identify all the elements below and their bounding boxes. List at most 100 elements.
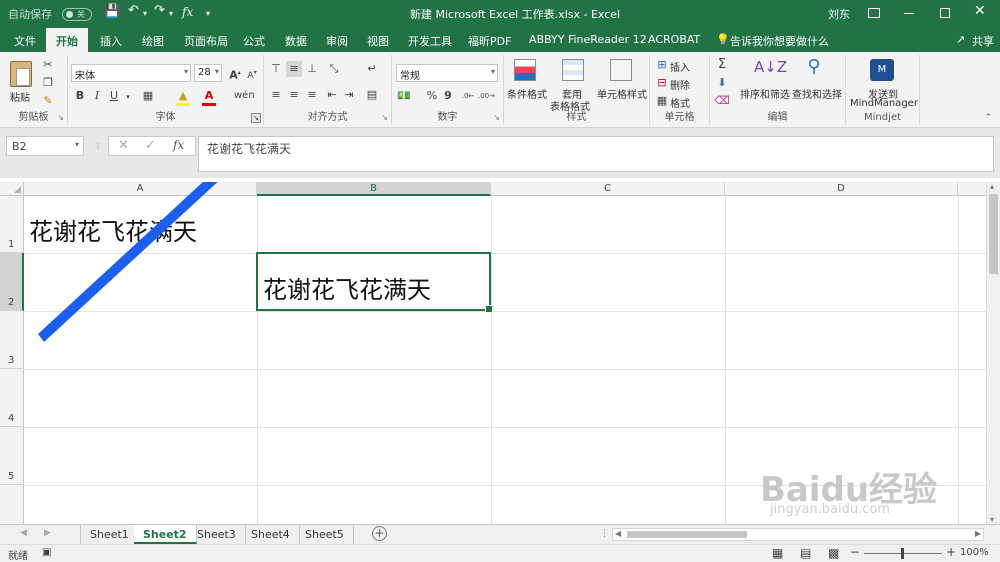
tab-abbyy[interactable]: ABBYY FineReader 12 <box>529 33 647 46</box>
ribbon-display-options-icon[interactable] <box>868 8 880 18</box>
vertical-scroll-thumb[interactable] <box>989 194 998 274</box>
format-as-table-icon[interactable] <box>562 59 584 81</box>
conditional-formatting-button[interactable]: 条件格式 <box>507 86 547 101</box>
column-header-b[interactable]: B <box>257 182 491 196</box>
cut-icon[interactable]: ✂ <box>40 57 56 73</box>
font-name-combo[interactable]: 宋体 <box>71 64 191 82</box>
tab-insert[interactable]: 插入 <box>100 33 122 49</box>
sheet-tab-1[interactable]: Sheet1 <box>80 525 139 544</box>
align-top-icon[interactable]: ⊤ <box>268 61 284 77</box>
font-color-icon[interactable]: A <box>201 88 217 104</box>
customize-qat-icon[interactable]: ▾ <box>206 9 210 18</box>
undo-dropdown-icon[interactable]: ▾ <box>143 9 147 18</box>
wrap-text-icon[interactable]: ↵ <box>364 61 380 77</box>
merge-center-icon[interactable]: ▤ <box>364 87 380 103</box>
number-format-combo[interactable]: 常规 <box>396 64 498 82</box>
name-box-dropdown-icon[interactable]: ▾ <box>75 140 79 149</box>
paste-button[interactable]: 粘贴 <box>10 89 30 104</box>
find-select-icon[interactable]: ⚲ <box>806 58 822 76</box>
redo-dropdown-icon[interactable]: ▾ <box>169 9 173 18</box>
increase-indent-icon[interactable]: ⇥ <box>341 87 357 103</box>
clipboard-launcher-icon[interactable]: ↘ <box>57 113 64 122</box>
vertical-scrollbar[interactable]: ▴ ▾ <box>986 182 1000 524</box>
increase-decimal-icon[interactable]: .0← <box>460 88 476 104</box>
horizontal-scrollbar[interactable]: ◀ ▶ <box>612 528 984 541</box>
maximize-icon[interactable] <box>940 8 950 18</box>
scroll-up-icon[interactable]: ▴ <box>990 182 994 191</box>
decrease-font-icon[interactable]: A▾ <box>244 65 260 81</box>
horizontal-scroll-thumb[interactable] <box>627 531 747 538</box>
prev-sheet-icon[interactable]: ◀ <box>20 528 27 538</box>
tab-file[interactable]: 文件 <box>14 33 36 49</box>
phonetic-guide-icon[interactable]: wén <box>234 88 255 104</box>
number-launcher-icon[interactable]: ↘ <box>493 113 500 122</box>
insert-function-icon[interactable]: fx <box>173 138 184 152</box>
find-select-button[interactable]: 查找和选择 <box>792 86 842 101</box>
share-button[interactable]: 共享 <box>972 33 994 49</box>
confirm-entry-icon[interactable]: ✓ <box>145 138 156 153</box>
accounting-format-icon[interactable]: 💵 <box>396 88 412 104</box>
sheet-tab-3[interactable]: Sheet3 <box>188 525 246 544</box>
conditional-formatting-icon[interactable] <box>514 59 536 81</box>
align-center-icon[interactable]: ≡ <box>286 87 302 103</box>
minimize-icon[interactable] <box>904 13 914 14</box>
decrease-decimal-icon[interactable]: .00→ <box>478 88 495 104</box>
row-header-5[interactable]: 5 <box>0 427 24 485</box>
underline-dropdown-icon[interactable]: ▾ <box>120 89 136 105</box>
paste-icon[interactable] <box>10 61 32 87</box>
autosum-icon[interactable]: Σ <box>714 57 730 73</box>
tab-foxit-pdf[interactable]: 福昕PDF <box>468 33 511 49</box>
font-dialog-launcher-icon[interactable]: ↘ <box>251 113 261 123</box>
mindmanager-button[interactable]: MindManager <box>850 98 918 109</box>
select-all-button[interactable] <box>0 182 24 196</box>
name-box[interactable]: B2 ▾ <box>6 136 84 156</box>
tab-draw[interactable]: 绘图 <box>142 33 164 49</box>
undo-icon[interactable]: ↶ <box>128 3 139 18</box>
sort-filter-button[interactable]: 排序和筛选 <box>740 86 790 101</box>
zoom-level[interactable]: 100% <box>960 547 989 558</box>
align-middle-icon[interactable]: ≡ <box>286 61 302 77</box>
cell-styles-button[interactable]: 单元格样式 <box>597 86 647 101</box>
tab-home[interactable]: 开始 <box>46 28 88 52</box>
borders-icon[interactable]: ▦ <box>140 88 156 104</box>
fill-color-icon[interactable]: ▲ <box>175 88 191 104</box>
italic-button[interactable]: I <box>89 88 105 104</box>
tab-formulas[interactable]: 公式 <box>243 33 265 49</box>
alignment-launcher-icon[interactable]: ↘ <box>381 113 388 122</box>
tab-view[interactable]: 视图 <box>367 33 389 49</box>
cancel-entry-icon[interactable]: ✕ <box>118 138 129 153</box>
tab-developer[interactable]: 开发工具 <box>408 33 452 49</box>
insert-cells-icon[interactable]: ⊞ <box>654 57 670 73</box>
copy-icon[interactable]: ❐ <box>40 75 56 91</box>
column-header-e[interactable] <box>958 182 986 196</box>
column-header-d[interactable]: D <box>725 182 958 196</box>
delete-cells-button[interactable]: 删除 <box>670 77 690 92</box>
page-break-view-icon[interactable]: ▩ <box>828 546 839 560</box>
zoom-slider-thumb[interactable] <box>901 548 904 559</box>
new-sheet-icon[interactable]: + <box>372 526 387 541</box>
row-header-1[interactable]: 1 <box>0 196 24 253</box>
macro-record-icon[interactable]: ▣ <box>42 547 51 558</box>
sort-filter-icon[interactable]: A↓Z <box>754 59 787 75</box>
formula-input[interactable]: 花谢花飞花满天 <box>198 136 994 172</box>
save-icon[interactable]: 💾 <box>104 4 120 19</box>
row-header-4[interactable]: 4 <box>0 369 24 427</box>
tab-review[interactable]: 审阅 <box>326 33 348 49</box>
redo-icon[interactable]: ↷ <box>154 3 165 18</box>
bold-button[interactable]: B <box>72 88 88 104</box>
fill-icon[interactable]: ⬇ <box>714 75 730 91</box>
row-header-2[interactable]: 2 <box>0 253 24 311</box>
align-right-icon[interactable]: ≡ <box>304 87 320 103</box>
insert-cells-button[interactable]: 插入 <box>670 59 690 74</box>
align-left-icon[interactable]: ≡ <box>268 87 284 103</box>
worksheet-grid[interactable]: A B C D 1 2 3 4 5 花谢花飞花满天 花谢花飞花满天 Baidu经… <box>0 182 986 524</box>
comma-style-button[interactable]: 9 <box>440 88 456 104</box>
user-name[interactable]: 刘东 <box>828 6 850 22</box>
normal-view-icon[interactable]: ▦ <box>772 546 783 560</box>
delete-cells-icon[interactable]: ⊟ <box>654 75 670 91</box>
sheet-tab-5[interactable]: Sheet5 <box>296 525 354 544</box>
zoom-out-icon[interactable]: − <box>850 545 860 559</box>
close-icon[interactable]: ✕ <box>974 3 986 19</box>
clear-icon[interactable]: ⌫ <box>714 93 730 109</box>
tab-acrobat[interactable]: ACROBAT <box>648 33 700 46</box>
